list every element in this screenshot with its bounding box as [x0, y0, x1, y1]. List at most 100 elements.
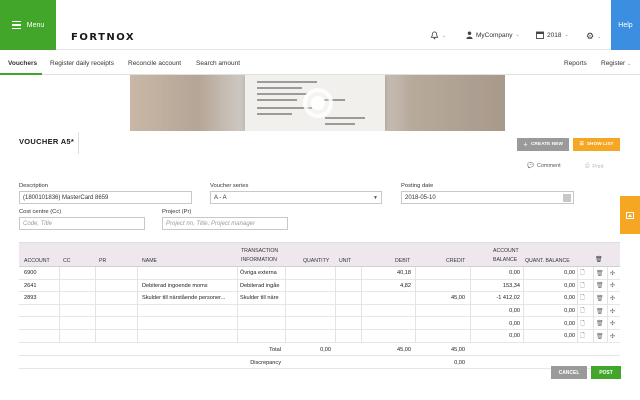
cell-unit[interactable]: [336, 280, 362, 293]
calendar-icon[interactable]: [563, 194, 571, 202]
cell-transaction-info[interactable]: [240, 317, 287, 330]
document-icon[interactable]: 🗋: [580, 305, 590, 318]
cell-pr[interactable]: [98, 267, 138, 280]
cell-name[interactable]: [142, 317, 238, 330]
cell-cc[interactable]: [62, 280, 94, 293]
cell-cc[interactable]: [62, 292, 94, 305]
table-row[interactable]: 6900 Övriga externa 40,18 0,00 0,00 🗋 🗑 ✣: [19, 267, 620, 280]
cell-pr[interactable]: [98, 280, 138, 293]
cell-account-balance[interactable]: 0,00: [471, 305, 520, 318]
delete-icon[interactable]: 🗑: [596, 280, 606, 293]
move-handle-icon[interactable]: ✣: [610, 280, 620, 293]
zoom-handle[interactable]: [303, 88, 333, 118]
year-selector[interactable]: 2018 ⌄: [536, 31, 569, 39]
cell-unit[interactable]: [336, 330, 362, 343]
cell-credit[interactable]: [416, 317, 465, 330]
cell-quantity[interactable]: [289, 330, 331, 343]
posting-date-field[interactable]: 2018-05-10: [401, 191, 574, 204]
tab-reconcile-account[interactable]: Reconcile account: [128, 60, 181, 67]
cell-quant-balance[interactable]: 0,00: [525, 305, 575, 318]
cell-account-balance[interactable]: 153,34: [471, 280, 520, 293]
cell-name[interactable]: Debiterad ingoende moms: [142, 280, 238, 293]
cell-name[interactable]: [142, 330, 238, 343]
cell-account-balance[interactable]: -1 412,02: [471, 292, 520, 305]
reports-link[interactable]: Reports: [564, 60, 587, 67]
cell-debit[interactable]: [362, 305, 411, 318]
cell-account-balance[interactable]: 0,00: [471, 317, 520, 330]
cell-quantity[interactable]: [289, 292, 331, 305]
settings-button[interactable]: ⚙ ⌄: [586, 31, 601, 42]
cell-account[interactable]: [24, 330, 58, 343]
delete-icon[interactable]: 🗑: [596, 305, 606, 318]
tab-register-daily-receipts[interactable]: Register daily receipts: [50, 60, 114, 67]
cell-transaction-info[interactable]: Övriga externa: [240, 267, 287, 280]
cell-quantity[interactable]: [289, 305, 331, 318]
cost-centre-input[interactable]: Code, Title: [19, 217, 145, 230]
cell-account[interactable]: 2893: [24, 292, 58, 305]
cell-account-balance[interactable]: 0,00: [471, 267, 520, 280]
create-new-button[interactable]: ＋ CREATE NEW: [517, 138, 569, 151]
cell-cc[interactable]: [62, 305, 94, 318]
cell-transaction-info[interactable]: Skulder till näre: [240, 292, 287, 305]
cell-name[interactable]: [142, 305, 238, 318]
cell-unit[interactable]: [336, 267, 362, 280]
voucher-series-select[interactable]: A - A ▼: [210, 191, 382, 204]
post-button[interactable]: POST: [591, 366, 621, 379]
company-selector[interactable]: MyCompany ⌄: [466, 31, 520, 39]
cell-name[interactable]: [142, 267, 238, 280]
table-row[interactable]: 2641 Debiterad ingoende moms Debiterad ing…: [19, 279, 620, 293]
cell-name[interactable]: Skulder till närstående personer...: [142, 292, 238, 305]
delete-icon[interactable]: 🗑: [596, 292, 606, 305]
cell-quant-balance[interactable]: 0,00: [525, 317, 575, 330]
document-icon[interactable]: 🗋: [580, 280, 590, 293]
show-list-button[interactable]: ☰ SHOW LIST: [573, 138, 620, 151]
cell-cc[interactable]: [62, 330, 94, 343]
cell-credit[interactable]: [416, 330, 465, 343]
document-icon[interactable]: 🗋: [580, 330, 590, 343]
cell-unit[interactable]: [336, 317, 362, 330]
table-row[interactable]: 0,00 0,00 🗋 🗑 ✣: [19, 304, 620, 318]
cell-quant-balance[interactable]: 0,00: [525, 330, 575, 343]
cell-account[interactable]: 6900: [24, 267, 58, 280]
description-field[interactable]: (1800101836) MasterCard 8659: [19, 191, 192, 204]
cell-cc[interactable]: [62, 317, 94, 330]
document-icon[interactable]: 🗋: [580, 267, 590, 280]
notifications-button[interactable]: ⌄: [430, 31, 446, 40]
cell-account[interactable]: [24, 317, 58, 330]
tab-vouchers[interactable]: Vouchers: [8, 60, 37, 67]
delete-icon[interactable]: 🗑: [596, 317, 606, 330]
comment-button[interactable]: 💬 Comment: [527, 163, 561, 169]
cell-pr[interactable]: [98, 317, 138, 330]
tab-search-amount[interactable]: Search amount: [196, 60, 240, 67]
document-icon[interactable]: 🗋: [580, 292, 590, 305]
delete-icon[interactable]: 🗑: [596, 330, 606, 343]
cell-quant-balance[interactable]: 0,00: [525, 280, 575, 293]
cell-quantity[interactable]: [289, 317, 331, 330]
cell-pr[interactable]: [98, 292, 138, 305]
cell-credit[interactable]: [416, 280, 465, 293]
cell-debit[interactable]: 40,18: [362, 267, 411, 280]
move-handle-icon[interactable]: ✣: [610, 267, 620, 280]
cell-quant-balance[interactable]: 0,00: [525, 292, 575, 305]
cell-cc[interactable]: [62, 267, 94, 280]
cell-debit[interactable]: [362, 317, 411, 330]
help-button[interactable]: Help: [611, 0, 640, 50]
cancel-button[interactable]: CANCEL: [551, 366, 587, 379]
move-handle-icon[interactable]: ✣: [610, 330, 620, 343]
cell-transaction-info[interactable]: Debiterad ingåe: [240, 280, 287, 293]
cell-debit[interactable]: 4,82: [362, 280, 411, 293]
cell-account[interactable]: [24, 305, 58, 318]
cell-quant-balance[interactable]: 0,00: [525, 267, 575, 280]
delete-icon[interactable]: 🗑: [596, 267, 606, 280]
cell-credit[interactable]: [416, 305, 465, 318]
cell-transaction-info[interactable]: [240, 305, 287, 318]
print-button[interactable]: ⎙ Print: [585, 163, 604, 170]
cell-pr[interactable]: [98, 305, 138, 318]
table-row[interactable]: 2893 Skulder till närstående personer... S…: [19, 292, 620, 305]
cell-account-balance[interactable]: 0,00: [471, 330, 520, 343]
cell-quantity[interactable]: [289, 267, 331, 280]
cell-unit[interactable]: [336, 305, 362, 318]
cell-debit[interactable]: [362, 330, 411, 343]
receipt-image[interactable]: [130, 75, 505, 131]
move-handle-icon[interactable]: ✣: [610, 305, 620, 318]
